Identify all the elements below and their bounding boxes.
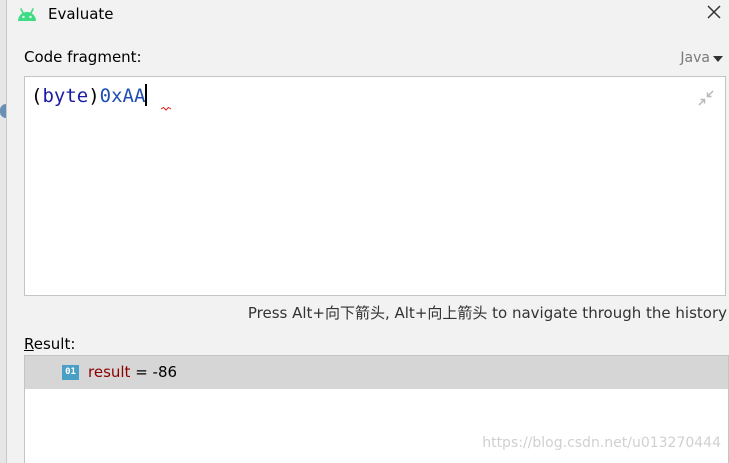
code-keyword: byte [42,85,89,107]
dialog-title: Evaluate [48,5,114,23]
result-value: -86 [152,363,178,381]
result-label-mnemonic: R [24,335,34,353]
code-open-paren: ( [31,85,43,107]
close-icon[interactable] [705,3,723,21]
background-window-edge [0,0,7,463]
collapse-icon[interactable] [697,89,715,107]
code-literal: 0xAA [99,85,146,107]
code-close-paren: ) [88,85,100,107]
result-entry: result = -86 [88,363,177,381]
watermark: https://blog.csdn.net/u013270444 [482,435,721,451]
code-editor[interactable]: (byte)0xAA [24,76,726,296]
evaluate-dialog: Evaluate Code fragment: Java (byte)0xAA … [0,0,729,463]
code-line: (byte)0xAA [31,84,148,108]
background-fragment [0,104,6,118]
text-cursor [145,84,148,106]
result-row[interactable]: 01 result = -86 [25,356,728,389]
result-equals: = [130,363,153,381]
primitive-variable-icon: 01 [62,365,79,380]
history-hint: Press Alt+向下箭头, Alt+向上箭头 to navigate thr… [247,304,727,322]
language-value: Java [680,50,710,66]
android-icon [18,8,36,21]
result-label: Result: [24,335,75,353]
result-label-text: esult: [33,335,76,353]
language-dropdown[interactable]: Java [680,50,723,66]
code-fragment-label: Code fragment: [24,48,142,66]
title-bar[interactable]: Evaluate [7,0,729,30]
caret-down-icon [713,55,723,62]
warning-squiggle [161,107,171,111]
result-variable-name: result [88,363,131,381]
